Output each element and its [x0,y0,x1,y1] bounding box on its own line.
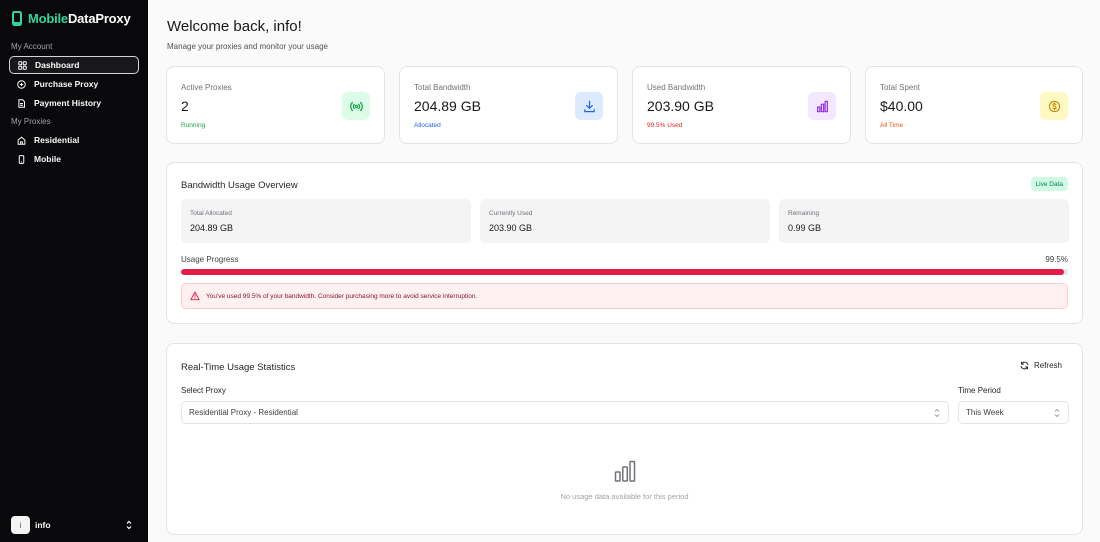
home-icon [17,135,26,145]
stat-icon-badge [808,92,836,120]
metric-value: 203.90 GB [489,223,533,233]
usage-progress-percent: 99.5% [1045,255,1068,264]
page-subtitle: Manage your proxies and monitor your usa… [167,42,328,51]
bar-chart-icon [816,100,828,112]
chevrons-up-down-icon [126,520,132,530]
warning-triangle-icon [190,291,200,301]
stat-note: Allocated [414,122,441,129]
chevrons-up-down-icon [1054,408,1060,418]
metric-currently-used: Currently Used 203.90 GB [480,199,770,243]
sidebar-item-residential[interactable]: Residential [9,131,139,149]
stat-value: 203.90 GB [647,98,714,114]
sidebar-item-label: Mobile [34,154,61,164]
sidebar-item-purchase-proxy[interactable]: Purchase Proxy [9,75,139,93]
signal-icon [349,101,363,111]
select-proxy-label: Select Proxy [181,386,226,395]
stat-title: Total Spent [880,83,921,92]
metric-label: Remaining [788,210,820,217]
sidebar-group-my-proxies: My Proxies [11,117,51,126]
refresh-label: Refresh [1033,361,1062,370]
stat-icon-badge [575,92,603,120]
stat-card-total-spent: Total Spent $40.00 All Time [865,66,1083,144]
refresh-icon [1020,361,1029,370]
stat-note: Running [181,122,206,129]
download-icon [583,100,595,112]
stat-value: 204.89 GB [414,98,481,114]
usage-progress-fill [181,269,1064,275]
metric-label: Currently Used [489,210,533,217]
plus-circle-icon [17,79,26,89]
stat-title: Total Bandwidth [414,83,471,92]
realtime-usage-card: Real-Time Usage Statistics Refresh Selec… [166,343,1083,535]
stat-icon-badge [1040,92,1068,120]
refresh-button[interactable]: Refresh [1020,361,1062,370]
page-title: Welcome back, info! [167,18,302,35]
stat-card-used-bandwidth: Used Bandwidth 203.90 GB 99.5% Used [632,66,851,144]
chevrons-up-down-icon [934,408,940,418]
metric-label: Total Allocated [190,210,232,217]
sidebar-item-payment-history[interactable]: Payment History [9,94,139,112]
main-content: Welcome back, info! Manage your proxies … [148,0,1100,542]
live-data-badge: Live Data [1030,177,1068,191]
stat-value: $40.00 [880,98,923,114]
user-menu[interactable]: i info [11,516,133,534]
usage-progress-bar [181,269,1068,275]
sidebar-item-dashboard[interactable]: Dashboard [9,56,139,74]
time-period-value: This Week [966,408,1004,417]
metric-total-allocated: Total Allocated 204.89 GB [181,199,471,243]
stat-note: All Time [880,122,904,129]
sidebar-item-label: Dashboard [35,60,80,70]
proxy-select-value: Residential Proxy - Residential [189,408,298,417]
stat-title: Used Bandwidth [647,83,706,92]
stat-note: 99.5% Used [647,122,683,129]
brand-name: MobileDataProxy [28,11,131,26]
sidebar-item-mobile[interactable]: Mobile [9,150,139,168]
sidebar-group-my-account: My Account [11,42,53,51]
stat-value: 2 [181,98,189,114]
usage-progress-label: Usage Progress [181,255,239,264]
document-icon [18,98,25,108]
stat-icon-badge [342,92,370,120]
sidebar-item-label: Purchase Proxy [34,79,99,89]
brand-logo[interactable]: MobileDataProxy [12,11,131,26]
time-period-select[interactable]: This Week [958,401,1069,424]
time-period-label: Time Period [958,386,1001,395]
avatar: i [11,516,30,534]
section-title: Real-Time Usage Statistics [181,362,296,373]
bar-chart-icon [614,460,636,482]
bandwidth-warning-alert: You've used 99.5% of your bandwidth. Con… [181,283,1068,309]
alert-text: You've used 99.5% of your bandwidth. Con… [206,292,478,300]
stat-title: Active Proxies [181,83,232,92]
stat-card-active-proxies: Active Proxies 2 Running [166,66,385,144]
phone-logo-icon [12,11,22,26]
section-title: Bandwidth Usage Overview [181,180,298,191]
smartphone-icon [18,154,25,164]
grid-icon [18,60,27,70]
metric-value: 204.89 GB [190,223,234,233]
bandwidth-overview-card: Bandwidth Usage Overview Live Data Total… [166,162,1083,324]
dollar-icon [1048,100,1060,112]
sidebar: MobileDataProxy My Account Dashboard Pur… [0,0,148,542]
stat-card-total-bandwidth: Total Bandwidth 204.89 GB Allocated [399,66,618,144]
proxy-select[interactable]: Residential Proxy - Residential [181,401,949,424]
sidebar-item-label: Payment History [34,98,102,108]
empty-state-text: No usage data available for this period [560,492,689,501]
metric-value: 0.99 GB [788,223,822,233]
user-name: info [35,520,51,530]
metric-remaining: Remaining 0.99 GB [779,199,1069,243]
sidebar-item-label: Residential [34,135,80,145]
